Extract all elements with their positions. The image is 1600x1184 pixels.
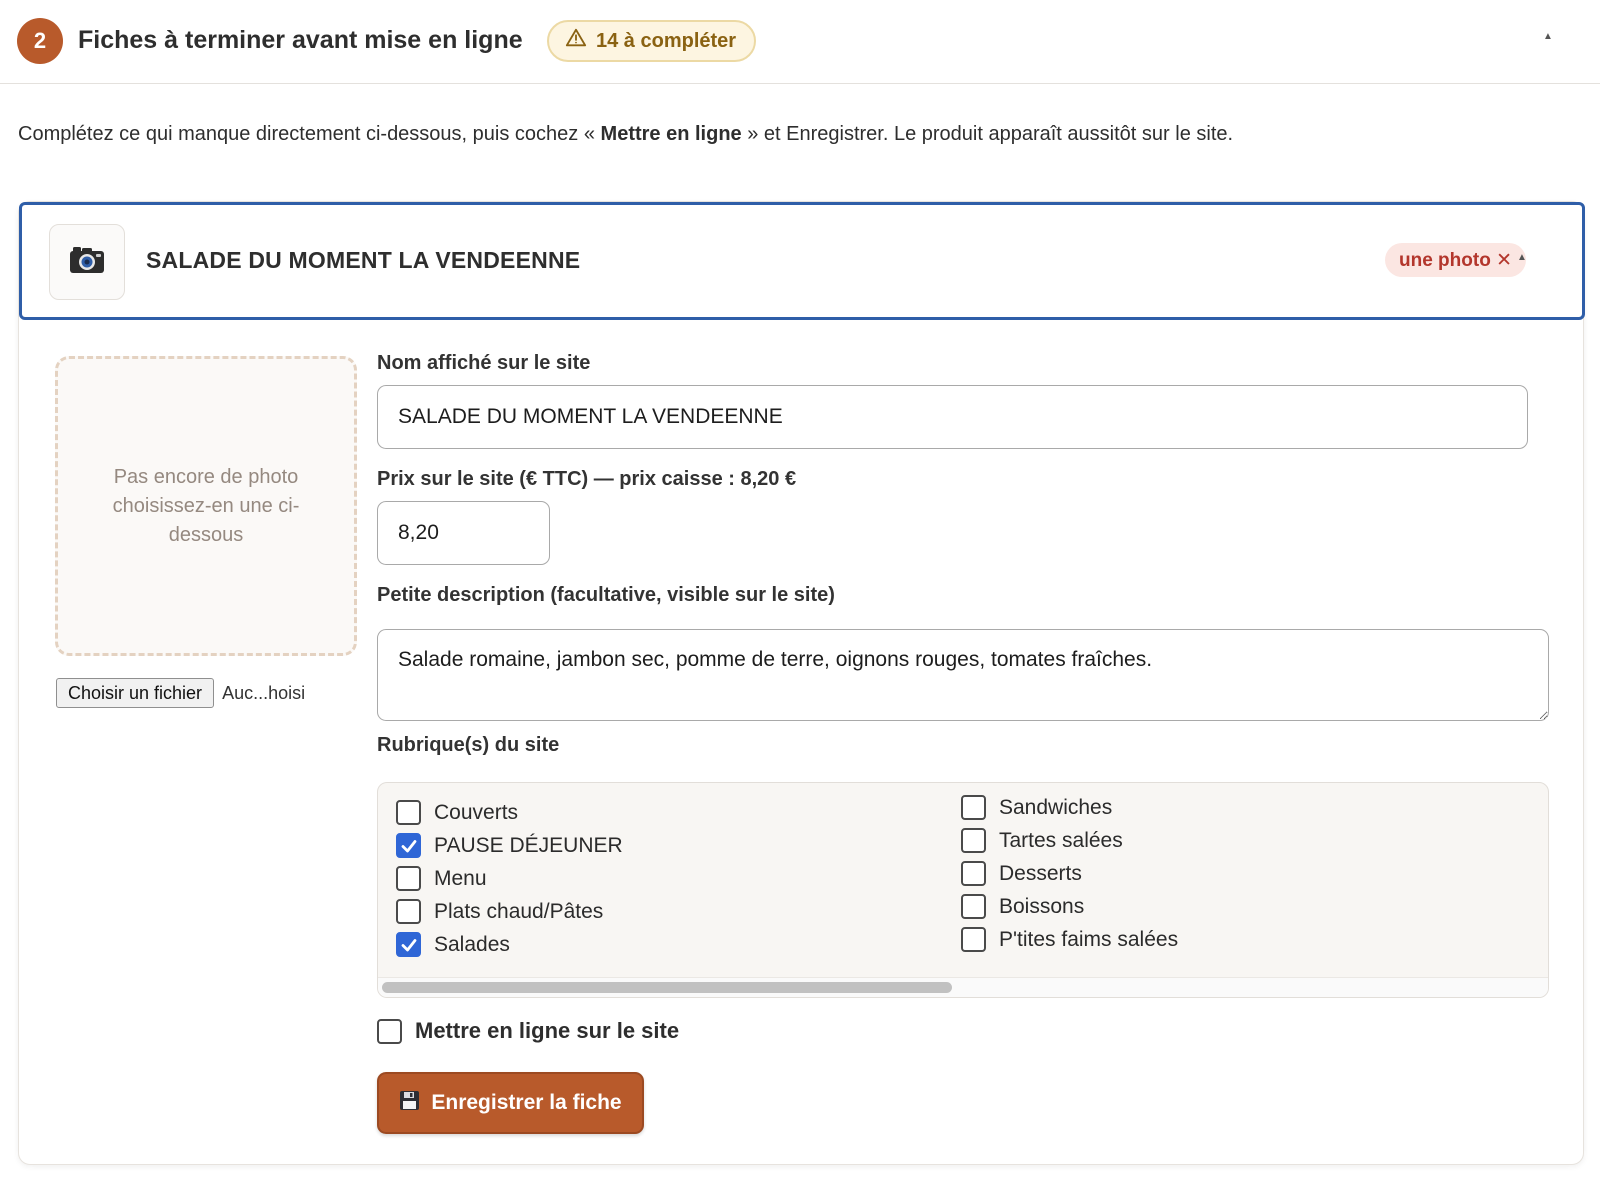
file-picker: Choisir un fichier Auc...hoisi	[56, 678, 305, 708]
warning-triangle-icon	[565, 27, 587, 55]
category-pause-dejeuner[interactable]: PAUSE DÉJEUNER	[396, 833, 623, 858]
category-label: Tartes salées	[999, 828, 1123, 852]
category-sandwiches[interactable]: Sandwiches	[961, 795, 1112, 820]
save-button-label: Enregistrer la fiche	[431, 1091, 622, 1114]
description-label: Petite description (facultative, visible…	[377, 584, 835, 606]
publish-label: Mettre en ligne sur le site	[415, 1018, 680, 1043]
publish-checkbox[interactable]	[377, 1018, 402, 1044]
category-couverts[interactable]: Couverts	[396, 800, 518, 825]
choose-file-button[interactable]: Choisir un fichier	[56, 678, 215, 708]
price-label: Prix sur le site (€ TTC) — prix caisse :…	[377, 468, 797, 490]
category-label: Plats chaud/Pâtes	[434, 899, 604, 923]
save-button[interactable]: Enregistrer la fiche	[377, 1072, 644, 1134]
category-label: P'tites faims salées	[999, 927, 1179, 951]
categories-list: Couverts PAUSE DÉJEUNER Menu Plats chaud…	[377, 782, 1549, 998]
intro-text-bold: Mettre en ligne	[600, 123, 742, 145]
category-label: Menu	[434, 866, 487, 890]
checkbox[interactable]	[961, 861, 986, 886]
name-label: Nom affiché sur le site	[377, 352, 591, 374]
section-title: Fiches à terminer avant mise en ligne	[78, 26, 523, 54]
product-thumbnail	[49, 224, 125, 300]
incomplete-count-label: 14 à compléter	[596, 29, 737, 52]
checkbox[interactable]	[396, 833, 421, 858]
category-menu[interactable]: Menu	[396, 866, 487, 891]
category-salades[interactable]: Salades	[396, 932, 510, 957]
category-ptites-faims-salees[interactable]: P'tites faims salées	[961, 927, 1178, 952]
incomplete-count-badge: 14 à compléter	[547, 20, 757, 62]
photo-placeholder-text: Pas encore de photo choisissez-en une ci…	[112, 465, 300, 546]
checkbox[interactable]	[396, 932, 421, 957]
publish-toggle[interactable]: Mettre en ligne sur le site	[377, 1018, 679, 1044]
caret-up-icon[interactable]: ▲	[1543, 31, 1553, 42]
product-title: SALADE DU MOMENT LA VENDEENNE	[146, 247, 581, 273]
category-desserts[interactable]: Desserts	[961, 861, 1082, 886]
category-boissons[interactable]: Boissons	[961, 894, 1084, 919]
file-name-label: Auc...hoisi	[222, 682, 306, 703]
category-tartes-salees[interactable]: Tartes salées	[961, 828, 1123, 853]
description-textarea[interactable]: Salade romaine, jambon sec, pomme de ter…	[377, 629, 1549, 721]
checkbox[interactable]	[961, 927, 986, 952]
checkbox[interactable]	[396, 800, 421, 825]
intro-text-end: » et Enregistrer. Le produit apparaît au…	[741, 123, 1234, 145]
category-label: Boissons	[999, 894, 1085, 918]
section-header[interactable]: 2 Fiches à terminer avant mise en ligne …	[0, 0, 1600, 84]
product-card: SALADE DU MOMENT LA VENDEENNE une photo …	[18, 201, 1585, 1165]
checkbox[interactable]	[961, 894, 986, 919]
photo-placeholder[interactable]: Pas encore de photo choisissez-en une ci…	[55, 356, 357, 656]
category-label: PAUSE DÉJEUNER	[434, 833, 623, 857]
product-card-header[interactable]: SALADE DU MOMENT LA VENDEENNE une photo …	[19, 202, 1585, 320]
category-label: Sandwiches	[999, 795, 1113, 819]
horizontal-scrollbar-thumb[interactable]	[382, 982, 952, 993]
floppy-disk-icon	[399, 1090, 420, 1117]
missing-photo-badge: une photo ✕	[1385, 243, 1527, 277]
category-label: Desserts	[999, 861, 1082, 885]
category-label: Salades	[434, 932, 510, 956]
checkbox[interactable]	[396, 866, 421, 891]
checkbox[interactable]	[396, 899, 421, 924]
categories-label: Rubrique(s) du site	[377, 734, 560, 756]
category-label: Couverts	[434, 800, 519, 824]
price-input[interactable]	[377, 501, 550, 565]
intro-text: Complétez ce qui manque directement ci-d…	[18, 119, 1308, 150]
camera-icon	[69, 245, 105, 280]
checkbox[interactable]	[961, 795, 986, 820]
name-input[interactable]	[377, 385, 1528, 449]
category-plats-chaud[interactable]: Plats chaud/Pâtes	[396, 899, 603, 924]
intro-text-start: Complétez ce qui manque directement ci-d…	[18, 123, 601, 145]
caret-up-icon[interactable]: ▲	[1517, 252, 1527, 263]
checkbox[interactable]	[961, 828, 986, 853]
step-number: 2	[17, 18, 63, 64]
